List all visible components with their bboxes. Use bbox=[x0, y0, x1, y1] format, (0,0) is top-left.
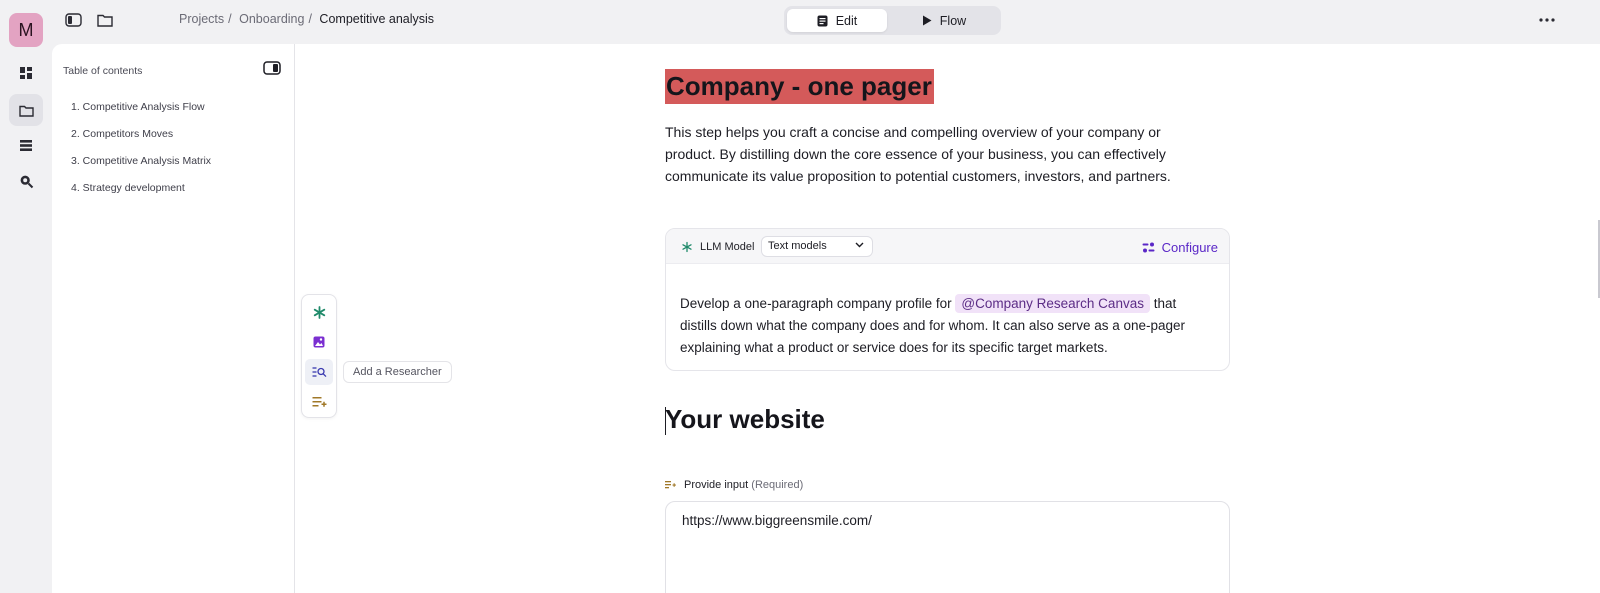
settings-sliders-icon bbox=[1142, 242, 1155, 253]
ai-sparkle-icon bbox=[682, 241, 692, 253]
mode-toggle: Edit Flow bbox=[784, 6, 1001, 35]
left-rail: M bbox=[0, 0, 52, 593]
llm-model-label: LLM Model bbox=[700, 241, 755, 253]
researcher-icon bbox=[312, 367, 326, 378]
prompt-text-start: Develop a one-paragraph company profile … bbox=[680, 296, 956, 311]
sidebar-toggle-icon bbox=[64, 13, 82, 27]
add-input-block-button[interactable] bbox=[305, 389, 333, 415]
company-heading[interactable]: Company - one pager bbox=[665, 69, 934, 104]
configure-label: Configure bbox=[1161, 240, 1218, 255]
projects-nav-button[interactable] bbox=[9, 94, 43, 126]
add-image-block-button[interactable] bbox=[305, 329, 333, 355]
toc-item[interactable]: 4. Strategy development bbox=[71, 181, 211, 208]
toggle-sidebar-button[interactable] bbox=[61, 8, 85, 32]
avatar[interactable]: M bbox=[9, 13, 43, 47]
chevron-down-icon bbox=[855, 242, 864, 248]
llm-model-value: Text models bbox=[768, 240, 827, 252]
breadcrumb-projects[interactable]: Projects bbox=[179, 12, 224, 26]
breadcrumb-separator: / bbox=[308, 12, 312, 26]
block-insert-toolbar bbox=[301, 294, 337, 418]
search-icon bbox=[20, 175, 33, 188]
add-input-icon bbox=[312, 397, 326, 407]
toc-item[interactable]: 3. Competitive Analysis Matrix bbox=[71, 154, 211, 181]
breadcrumb: Projects / Onboarding / Competitive analys… bbox=[179, 12, 434, 26]
add-researcher-button[interactable] bbox=[305, 359, 333, 385]
input-label-row: Provide input (Required) bbox=[665, 479, 803, 491]
canvas-mention-chip[interactable]: @Company Research Canvas bbox=[955, 294, 1150, 313]
configure-button[interactable]: Configure bbox=[1142, 240, 1218, 255]
more-horizontal-icon bbox=[1539, 18, 1555, 22]
toc-list: 1. Competitive Analysis Flow 2. Competit… bbox=[71, 100, 211, 208]
tooltip: Add a Researcher bbox=[343, 361, 452, 383]
flow-mode-button[interactable]: Flow bbox=[890, 9, 998, 32]
llm-block-header: LLM Model Text models Configure bbox=[666, 229, 1229, 264]
search-nav-button[interactable] bbox=[9, 165, 43, 197]
image-icon bbox=[313, 336, 325, 348]
breadcrumb-separator: / bbox=[228, 12, 232, 26]
folder-icon bbox=[97, 14, 113, 27]
llm-prompt-text[interactable]: Develop a one-paragraph company profile … bbox=[680, 293, 1200, 359]
add-ai-block-button[interactable] bbox=[305, 299, 333, 325]
panel-toggle-icon bbox=[263, 61, 281, 75]
toc-collapse-button[interactable] bbox=[263, 61, 281, 77]
dashboard-nav-button[interactable] bbox=[9, 57, 43, 89]
llm-model-select[interactable]: Text models bbox=[761, 236, 873, 257]
add-input-icon bbox=[665, 481, 676, 489]
breadcrumb-current: Competitive analysis bbox=[319, 12, 435, 26]
more-options-button[interactable] bbox=[1534, 8, 1560, 32]
document-canvas[interactable]: Company - one pager This step helps you … bbox=[295, 44, 1600, 593]
top-bar: Projects / Onboarding / Competitive analys… bbox=[52, 0, 1600, 42]
ai-sparkle-icon bbox=[313, 305, 325, 319]
toc-item[interactable]: 2. Competitors Moves bbox=[71, 127, 211, 154]
list-nav-button[interactable] bbox=[9, 129, 43, 161]
folder-icon bbox=[18, 105, 34, 117]
dashboard-icon bbox=[20, 67, 32, 79]
edit-doc-icon bbox=[817, 15, 828, 26]
breadcrumb-onboarding[interactable]: Onboarding bbox=[239, 12, 304, 26]
website-url-input[interactable]: https://www.biggreensmile.com/ bbox=[665, 501, 1230, 593]
table-of-contents-panel: Table of contents 1. Competitive Analysi… bbox=[52, 44, 295, 593]
website-heading[interactable]: Your website bbox=[665, 404, 825, 435]
edit-mode-button[interactable]: Edit bbox=[787, 9, 887, 32]
required-label: (Required) bbox=[751, 479, 804, 491]
flow-mode-label: Flow bbox=[939, 13, 967, 28]
input-label: Provide input bbox=[684, 479, 749, 491]
projects-folder-button[interactable] bbox=[93, 8, 117, 32]
play-icon bbox=[922, 15, 932, 26]
llm-prompt-block: LLM Model Text models Configure Develop … bbox=[665, 228, 1230, 371]
edit-mode-label: Edit bbox=[835, 13, 858, 28]
toc-item[interactable]: 1. Competitive Analysis Flow bbox=[71, 100, 211, 127]
list-icon bbox=[20, 139, 32, 151]
toc-title: Table of contents bbox=[63, 65, 143, 77]
intro-paragraph[interactable]: This step helps you craft a concise and … bbox=[665, 121, 1205, 187]
